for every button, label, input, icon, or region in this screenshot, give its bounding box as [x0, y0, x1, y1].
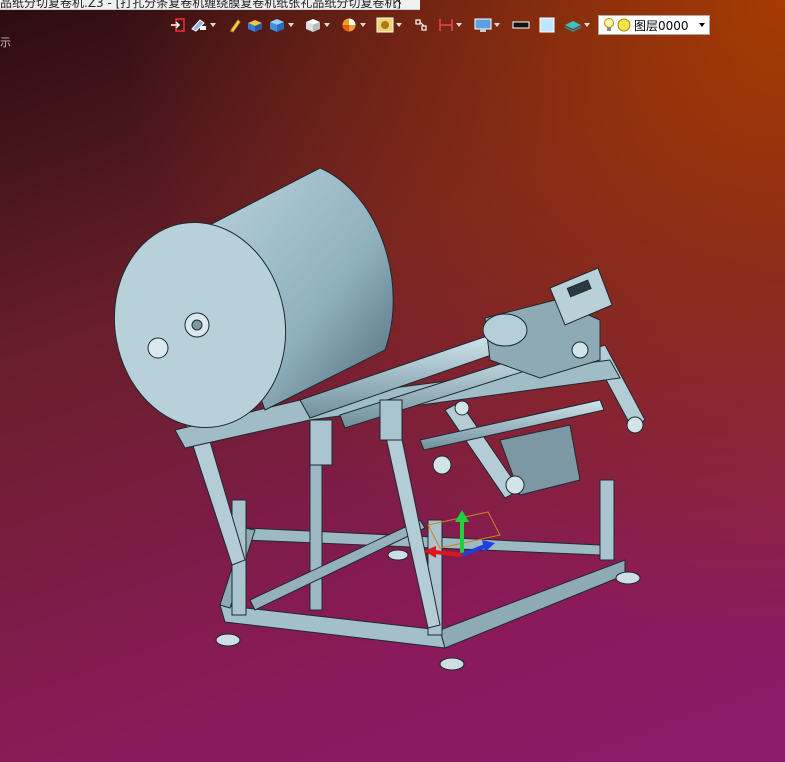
cube-icon	[270, 19, 284, 32]
base-frame-front-rail	[219, 604, 446, 649]
roll-shaft-hub-inner	[191, 319, 203, 331]
leg	[309, 459, 323, 611]
document-tab-strip: 品纸分切复卷机.Z3 - [打孔分条复卷机缠绕膜复卷机纸张礼品纸分切复卷机] ✕…	[0, 0, 420, 10]
foot	[615, 571, 641, 585]
foot	[215, 633, 241, 647]
sketch-button[interactable]	[190, 14, 216, 36]
exit-button[interactable]	[170, 14, 186, 36]
view-toolbar: 图层0000	[170, 12, 710, 38]
pen-tool-icon	[191, 19, 206, 32]
document-tab-title[interactable]: 品纸分切复卷机.Z3 - [打孔分条复卷机缠绕膜复卷机纸张礼品纸分切复卷机]	[0, 0, 420, 9]
lightbulb-icon[interactable]	[603, 17, 615, 33]
box-solid-icon	[248, 20, 262, 32]
base-frame-right-rail	[439, 559, 626, 649]
snap-icon	[415, 19, 427, 31]
render-button[interactable]	[376, 14, 402, 36]
view-cube-icon	[306, 19, 320, 32]
chevron-down-icon[interactable]	[210, 23, 216, 27]
chevron-down-icon[interactable]	[396, 23, 402, 27]
display-button[interactable]	[474, 14, 500, 36]
chevron-down-icon[interactable]	[494, 23, 500, 27]
line-style-icon	[512, 21, 530, 29]
exit-icon	[171, 18, 185, 32]
chevron-down-icon[interactable]	[324, 23, 330, 27]
layer-manager-button[interactable]	[564, 14, 590, 36]
section-button[interactable]	[340, 14, 366, 36]
dimension-button[interactable]	[438, 14, 462, 36]
chevron-down-icon[interactable]	[456, 23, 462, 27]
pencil-icon	[230, 19, 241, 33]
upright-support	[309, 419, 333, 466]
display-icon	[474, 18, 492, 32]
guide-pulley	[454, 400, 470, 416]
layer-stack-icon	[564, 21, 582, 32]
pie-icon	[342, 18, 356, 32]
winding-machine-model[interactable]	[98, 167, 646, 671]
color-swatch-icon	[539, 17, 555, 33]
upright-support	[379, 399, 403, 441]
layer-select[interactable]: 图层0000	[598, 15, 710, 35]
chevron-down-icon[interactable]	[360, 23, 366, 27]
3d-viewport[interactable]	[0, 40, 785, 762]
chevron-down-icon[interactable]	[288, 23, 294, 27]
snap-button[interactable]	[414, 14, 428, 36]
motor-pulley	[482, 313, 528, 347]
foot	[387, 549, 409, 561]
cube-button[interactable]	[268, 14, 294, 36]
foot	[439, 657, 465, 671]
guide-pulley	[505, 475, 525, 495]
view-cube-button[interactable]	[304, 14, 330, 36]
leg	[599, 479, 615, 561]
solid-box-button[interactable]	[246, 14, 264, 36]
pencil-button[interactable]	[228, 14, 242, 36]
layer-name: 图层0000	[634, 18, 689, 33]
chevron-down-icon[interactable]	[584, 23, 590, 27]
dimension-icon	[439, 19, 453, 31]
guide-pulley	[571, 341, 589, 359]
guide-pulley	[432, 455, 452, 475]
axis-y-arrow-icon	[455, 510, 469, 522]
chevron-down-icon[interactable]	[699, 23, 705, 27]
arm-pivot	[147, 337, 169, 359]
layer-color-dot-icon[interactable]	[617, 18, 631, 32]
render-icon	[376, 17, 394, 33]
color-button[interactable]	[538, 14, 556, 36]
tab-close-icon[interactable]: ✕	[392, 0, 403, 9]
guide-pulley	[626, 416, 644, 434]
line-style-button[interactable]	[512, 14, 530, 36]
